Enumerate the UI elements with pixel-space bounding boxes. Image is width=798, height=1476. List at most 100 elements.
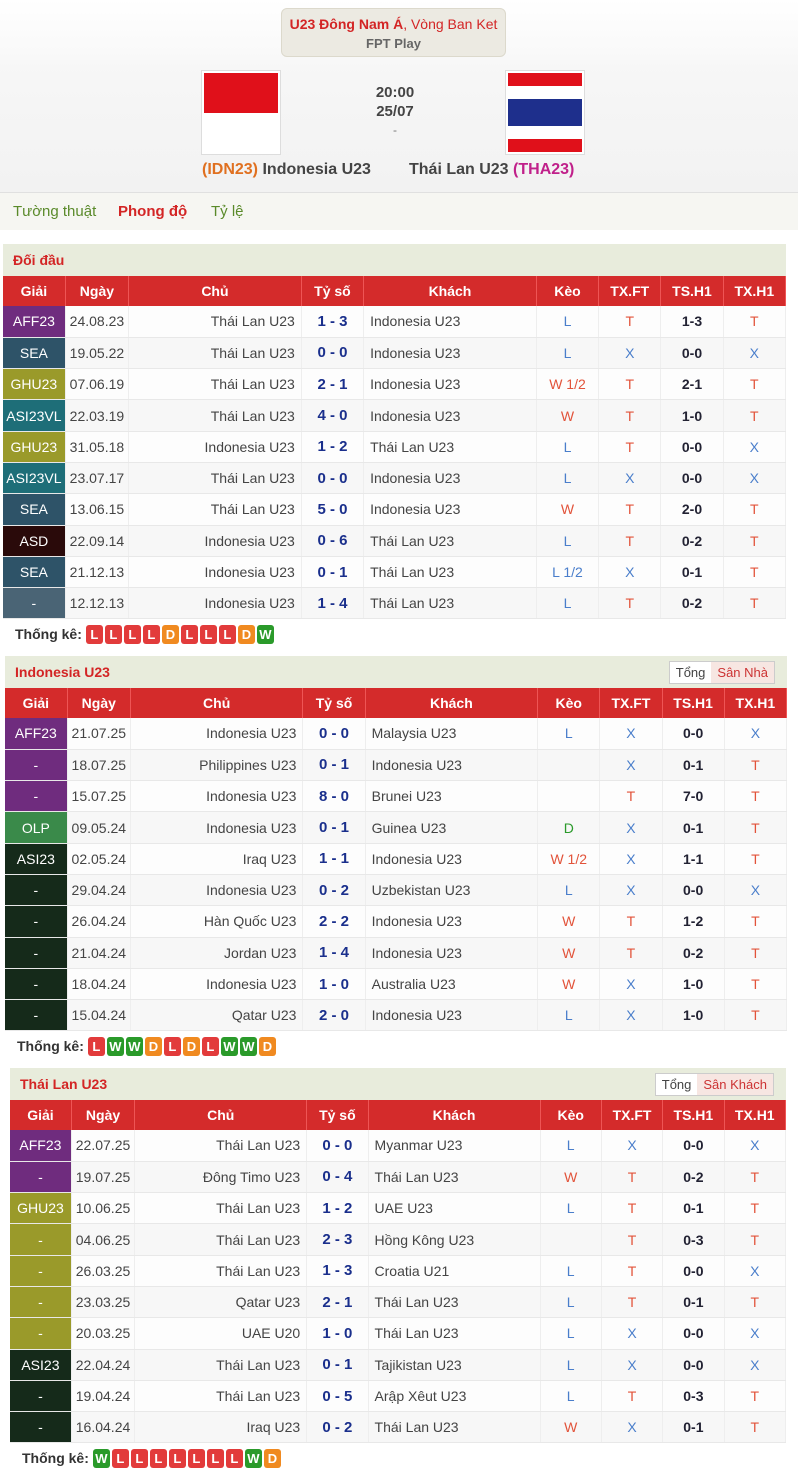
score-cell[interactable]: 0 - 2 — [302, 874, 366, 907]
table-row[interactable]: -26.03.25 Thái Lan U23 1 - 3 Croatia U21 L T 0… — [10, 1255, 787, 1287]
score-cell[interactable]: 5 - 0 — [301, 493, 365, 526]
table-row[interactable]: -18.04.24 Indonesia U23 1 - 0 Australia U23… — [5, 968, 788, 1001]
away-team-cell[interactable]: Arập Xêut U23 — [368, 1380, 541, 1413]
score-cell[interactable]: 1 - 4 — [301, 587, 365, 620]
away-team-cell[interactable]: Australia U23 — [365, 968, 539, 1001]
league-cell[interactable]: ASD — [3, 525, 66, 557]
away-team-cell[interactable]: Indonesia U23 — [363, 493, 537, 526]
away-team-cell[interactable]: Thái Lan U23 — [368, 1411, 541, 1444]
table-row[interactable]: ASI23VL 23.07.17 Thái Lan U23 0 - 0 Indonesi… — [3, 462, 787, 495]
home-team-cell[interactable]: Thái Lan U23 — [134, 1380, 308, 1413]
league-cell[interactable]: ASI23VL — [3, 462, 66, 495]
home-team-cell[interactable]: Iraq U23 — [130, 843, 304, 875]
table-row[interactable]: -20.03.25 UAE U20 1 - 0 Thái Lan U23 L X 0-0 X — [10, 1317, 787, 1350]
league-cell[interactable]: ASI23 — [10, 1349, 72, 1381]
league-cell[interactable]: - — [5, 749, 68, 782]
away-team-cell[interactable]: Brunei U23 — [365, 780, 539, 813]
score-cell[interactable]: 1 - 3 — [306, 1255, 369, 1287]
home-team-cell[interactable]: Thái Lan U23 — [128, 399, 302, 432]
away-team-cell[interactable]: Indonesia U23 — [365, 749, 539, 782]
home-team-cell[interactable]: Thái Lan U23 — [128, 368, 302, 401]
score-cell[interactable]: 0 - 0 — [306, 1130, 369, 1162]
away-team-cell[interactable]: Indonesia U23 — [365, 999, 539, 1032]
score-cell[interactable]: 8 - 0 — [302, 780, 366, 813]
tab-odds[interactable]: Tỷ lệ — [211, 203, 244, 220]
league-cell[interactable]: GHU23 — [3, 368, 66, 401]
score-cell[interactable]: 1 - 1 — [302, 843, 366, 875]
away-team-cell[interactable]: Thái Lan U23 — [363, 525, 537, 557]
table-row[interactable]: OLP 09.05.24 Indonesia U23 0 - 1 Guinea U23 D… — [5, 811, 788, 844]
away-team-cell[interactable]: Tajikistan U23 — [368, 1349, 541, 1381]
home-team-cell[interactable]: Thái Lan U23 — [134, 1223, 308, 1256]
away-team-cell[interactable]: Myanmar U23 — [368, 1130, 541, 1162]
table-row[interactable]: ASI23 22.04.24 Thái Lan U23 0 - 1 Tajikistan… — [10, 1349, 787, 1381]
score-cell[interactable]: 0 - 2 — [306, 1411, 369, 1444]
score-cell[interactable]: 0 - 4 — [306, 1161, 369, 1194]
league-cell[interactable]: - — [10, 1286, 72, 1319]
home-team-cell[interactable]: Thái Lan U23 — [134, 1349, 308, 1381]
away-team-cell[interactable]: Thái Lan U23 — [363, 587, 537, 620]
away-team-cell[interactable]: Hồng Kông U23 — [368, 1223, 541, 1256]
home-team-cell[interactable]: Hàn Quốc U23 — [130, 905, 304, 938]
league-cell[interactable]: - — [5, 937, 68, 969]
home-team-cell[interactable]: Qatar U23 — [134, 1286, 308, 1319]
league-cell[interactable]: - — [10, 1411, 72, 1444]
home-team-cell[interactable]: Đông Timo U23 — [134, 1161, 308, 1194]
league-cell[interactable]: - — [5, 780, 68, 813]
table-row[interactable]: GHU23 07.06.19 Thái Lan U23 2 - 1 Indonesia … — [3, 368, 787, 401]
away-team-cell[interactable]: Croatia U21 — [368, 1255, 541, 1287]
league-cell[interactable]: - — [10, 1317, 72, 1350]
toggle-total[interactable]: Tổng — [656, 1074, 698, 1095]
score-cell[interactable]: 0 - 0 — [302, 718, 366, 750]
score-cell[interactable]: 0 - 1 — [302, 811, 366, 844]
table-row[interactable]: GHU23 31.05.18 Indonesia U23 1 - 2 Thái Lan … — [3, 431, 787, 463]
home-team-cell[interactable]: Indonesia U23 — [130, 718, 304, 750]
home-team-cell[interactable]: Indonesia U23 — [130, 780, 304, 813]
league-cell[interactable]: - — [5, 968, 68, 1001]
away-team-cell[interactable]: Indonesia U23 — [363, 337, 537, 370]
league-cell[interactable]: - — [5, 905, 68, 938]
home-team-cell[interactable]: Indonesia U23 — [130, 874, 304, 907]
score-cell[interactable]: 0 - 5 — [306, 1380, 369, 1413]
home-team-cell[interactable]: Jordan U23 — [130, 937, 304, 969]
score-cell[interactable]: 1 - 3 — [301, 306, 365, 338]
table-row[interactable]: -19.07.25 Đông Timo U23 0 - 4 Thái Lan U23 W… — [10, 1161, 787, 1194]
table-row[interactable]: ASI23VL 22.03.19 Thái Lan U23 4 - 0 Indonesi… — [3, 399, 787, 432]
away-team-cell[interactable]: Thái Lan U23 — [368, 1317, 541, 1350]
toggle-venue[interactable]: Sân Nhà — [711, 662, 774, 683]
home-team-cell[interactable]: Thái Lan U23 — [134, 1130, 308, 1162]
home-team-cell[interactable]: Indonesia U23 — [130, 968, 304, 1001]
away-team-cell[interactable]: Indonesia U23 — [363, 368, 537, 401]
away-team-cell[interactable]: Indonesia U23 — [363, 399, 537, 432]
home-team-cell[interactable]: Thái Lan U23 — [134, 1192, 308, 1225]
league-cell[interactable]: AFF23 — [3, 306, 66, 338]
away-team-cell[interactable]: Indonesia U23 — [365, 905, 539, 938]
league-cell[interactable]: GHU23 — [3, 431, 66, 463]
league-cell[interactable]: GHU23 — [10, 1192, 72, 1225]
table-row[interactable]: AFF23 22.07.25 Thái Lan U23 0 - 0 Myanmar U2… — [10, 1130, 787, 1162]
away-team-cell[interactable]: Uzbekistan U23 — [365, 874, 539, 907]
home-team-cell[interactable]: Thái Lan U23 — [128, 337, 302, 370]
table-row[interactable]: -29.04.24 Indonesia U23 0 - 2 Uzbekistan U2… — [5, 874, 788, 907]
league-cell[interactable]: - — [5, 999, 68, 1032]
home-team-cell[interactable]: Iraq U23 — [134, 1411, 308, 1444]
score-cell[interactable]: 0 - 6 — [301, 525, 365, 557]
away-team-cell[interactable]: Guinea U23 — [365, 811, 539, 844]
away-team[interactable]: Thái Lan U23 (THA23) — [409, 161, 574, 179]
score-cell[interactable]: 2 - 2 — [302, 905, 366, 938]
score-cell[interactable]: 1 - 0 — [306, 1317, 369, 1350]
home-team-cell[interactable]: Indonesia U23 — [130, 811, 304, 844]
table-row[interactable]: GHU23 10.06.25 Thái Lan U23 1 - 2 UAE U23 L T 0… — [10, 1192, 787, 1225]
table-row[interactable]: -16.04.24 Iraq U23 0 - 2 Thái Lan U23 W X 0-1 T — [10, 1411, 787, 1444]
score-cell[interactable]: 0 - 0 — [301, 462, 365, 495]
table-row[interactable]: -26.04.24 Hàn Quốc U23 2 - 2 Indonesia U23 W… — [5, 905, 788, 938]
league-cell[interactable]: ASI23VL — [3, 399, 66, 432]
score-cell[interactable]: 0 - 0 — [301, 337, 365, 370]
score-cell[interactable]: 4 - 0 — [301, 399, 365, 432]
table-row[interactable]: -19.04.24 Thái Lan U23 0 - 5 Arập Xêut U23 L… — [10, 1380, 787, 1413]
table-row[interactable]: ASI23 02.05.24 Iraq U23 1 - 1 Indonesia U23 W… — [5, 843, 788, 875]
table-row[interactable]: SEA 19.05.22 Thái Lan U23 0 - 0 Indonesia U2… — [3, 337, 787, 370]
home-team-cell[interactable]: Thái Lan U23 — [128, 306, 302, 338]
home-team-cell[interactable]: Philippines U23 — [130, 749, 304, 782]
league-cell[interactable]: - — [10, 1380, 72, 1413]
